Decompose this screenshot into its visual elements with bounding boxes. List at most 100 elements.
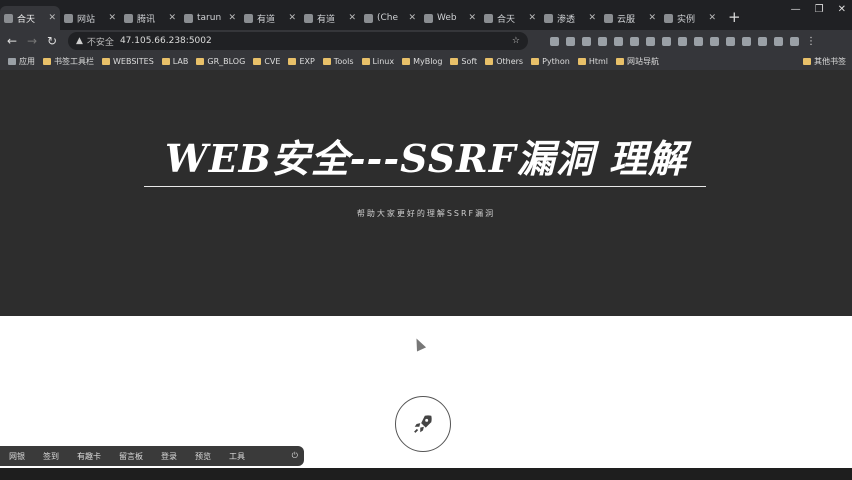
other-bookmarks[interactable]: 其他书签 (803, 56, 846, 67)
extension-icon[interactable] (662, 36, 671, 46)
favicon-icon (604, 13, 613, 23)
tab-10[interactable]: 云服 ✕ (600, 6, 660, 30)
bookmark-folder[interactable]: Tools (322, 57, 354, 66)
bottom-item[interactable]: 工具 (229, 451, 245, 462)
minimize-button[interactable]: — (791, 4, 801, 15)
extension-icon[interactable] (614, 36, 623, 46)
bottom-item[interactable]: 留言板 (119, 451, 143, 462)
bookmark-folder[interactable]: CVE (253, 57, 280, 66)
tab-close-icon[interactable]: ✕ (708, 13, 716, 23)
folder-icon (322, 57, 331, 65)
tab-4[interactable]: 有道 ✕ (240, 6, 300, 30)
bookmark-folder[interactable]: GR_BLOG (196, 57, 245, 66)
bookmark-apps[interactable]: 应用 (8, 56, 35, 67)
bookmark-folder[interactable]: Soft (450, 57, 477, 66)
bookmark-folder[interactable]: Others (485, 57, 523, 66)
extension-icon[interactable] (566, 36, 575, 46)
tab-title: Web (437, 13, 457, 23)
power-icon[interactable]: ⏻ (292, 451, 298, 461)
star-icon[interactable]: ☆ (512, 36, 520, 46)
tab-title: 腾讯 (137, 14, 156, 25)
bookmark-folder[interactable]: LAB (161, 57, 188, 66)
extension-icon[interactable] (726, 36, 735, 46)
extension-icon[interactable] (774, 36, 783, 46)
tab-title: tarun (197, 13, 222, 23)
tab-3[interactable]: tarun ✕ (180, 6, 240, 30)
bookmark-folder[interactable]: MyBlog (402, 57, 442, 66)
new-tab-button[interactable]: + (720, 6, 749, 30)
tab-title: 合天 (17, 14, 36, 25)
extension-icon[interactable] (678, 36, 687, 46)
folder-icon (402, 57, 411, 65)
extension-icon[interactable] (758, 36, 767, 46)
tab-8[interactable]: 合天 ✕ (480, 6, 540, 30)
tab-11[interactable]: 实例 ✕ (660, 6, 720, 30)
bookmark-folder[interactable]: EXP (288, 57, 315, 66)
extension-icon[interactable] (582, 36, 591, 46)
tab-title: 云服 (617, 14, 636, 25)
maximize-button[interactable]: ❐ (815, 4, 824, 15)
bottom-item[interactable]: 预览 (195, 451, 211, 462)
tab-close-icon[interactable]: ✕ (228, 13, 236, 23)
folder-icon (43, 57, 51, 65)
back-icon[interactable]: ← (4, 34, 20, 48)
tab-close-icon[interactable]: ✕ (468, 13, 476, 23)
folder-icon (616, 57, 624, 65)
insecure-label[interactable]: 不安全 (87, 35, 114, 48)
tab-9[interactable]: 渗透 ✕ (540, 6, 600, 30)
extension-icon[interactable] (598, 36, 607, 46)
tab-close-icon[interactable]: ✕ (108, 13, 116, 23)
bookmark-folder[interactable]: 书签工具栏 (43, 56, 94, 67)
favicon-icon (124, 13, 133, 23)
bottom-item[interactable]: 有趣卡 (77, 451, 101, 462)
bookmark-folder[interactable]: Linux (361, 57, 394, 66)
close-button[interactable]: ✕ (838, 4, 846, 15)
favicon-icon (424, 13, 433, 23)
favicon-icon (64, 13, 73, 23)
address-bar[interactable]: ▲ 不安全 47.105.66.238:5002 ☆ (68, 32, 528, 50)
tab-0[interactable]: 合天 ✕ (0, 6, 60, 30)
tab-6[interactable]: (Che ✕ (360, 6, 420, 30)
folder-icon (450, 57, 459, 65)
menu-icon[interactable]: ⋮ (806, 36, 816, 47)
reload-icon[interactable]: ↻ (44, 34, 60, 48)
folder-icon (102, 57, 110, 65)
extension-icon[interactable] (710, 36, 719, 46)
extension-icon[interactable] (790, 36, 799, 46)
bookmark-folder[interactable]: 网站导航 (616, 56, 659, 67)
tab-1[interactable]: 网站 ✕ (60, 6, 120, 30)
extension-icon[interactable] (742, 36, 751, 46)
folder-icon (253, 57, 262, 65)
bottom-item[interactable]: 登录 (161, 451, 177, 462)
folder-icon (803, 58, 811, 65)
tab-close-icon[interactable]: ✕ (288, 13, 296, 23)
bottom-item[interactable]: 签到 (43, 451, 59, 462)
hero-divider (144, 186, 706, 187)
tab-title: 合天 (497, 14, 516, 25)
tab-2[interactable]: 腾讯 ✕ (120, 6, 180, 30)
tab-close-icon[interactable]: ✕ (528, 13, 536, 23)
rocket-button[interactable] (395, 396, 451, 452)
tab-5[interactable]: 有道 ✕ (300, 6, 360, 30)
window-controls: — ❐ ✕ (791, 4, 846, 15)
extension-icon[interactable] (694, 36, 703, 46)
bottom-item[interactable]: 网银 (9, 451, 25, 462)
extension-icon[interactable] (630, 36, 639, 46)
extension-icon[interactable] (550, 36, 559, 46)
tab-close-icon[interactable]: ✕ (48, 13, 56, 23)
tab-close-icon[interactable]: ✕ (348, 13, 356, 23)
tab-close-icon[interactable]: ✕ (648, 13, 656, 23)
forward-icon[interactable]: → (24, 34, 40, 48)
bookmark-folder[interactable]: WEBSITES (102, 57, 154, 66)
tab-close-icon[interactable]: ✕ (588, 13, 596, 23)
url-text[interactable]: 47.105.66.238:5002 (120, 36, 212, 46)
bookmark-folder[interactable]: Html (577, 57, 608, 66)
folder-icon (161, 57, 170, 65)
bookmark-folder[interactable]: Python (531, 57, 570, 66)
tab-close-icon[interactable]: ✕ (408, 13, 416, 23)
extension-icon[interactable] (646, 36, 655, 46)
tab-7[interactable]: Web ✕ (420, 6, 480, 30)
tab-close-icon[interactable]: ✕ (168, 13, 176, 23)
tab-title: 实例 (677, 14, 696, 25)
favicon-icon (544, 13, 553, 23)
